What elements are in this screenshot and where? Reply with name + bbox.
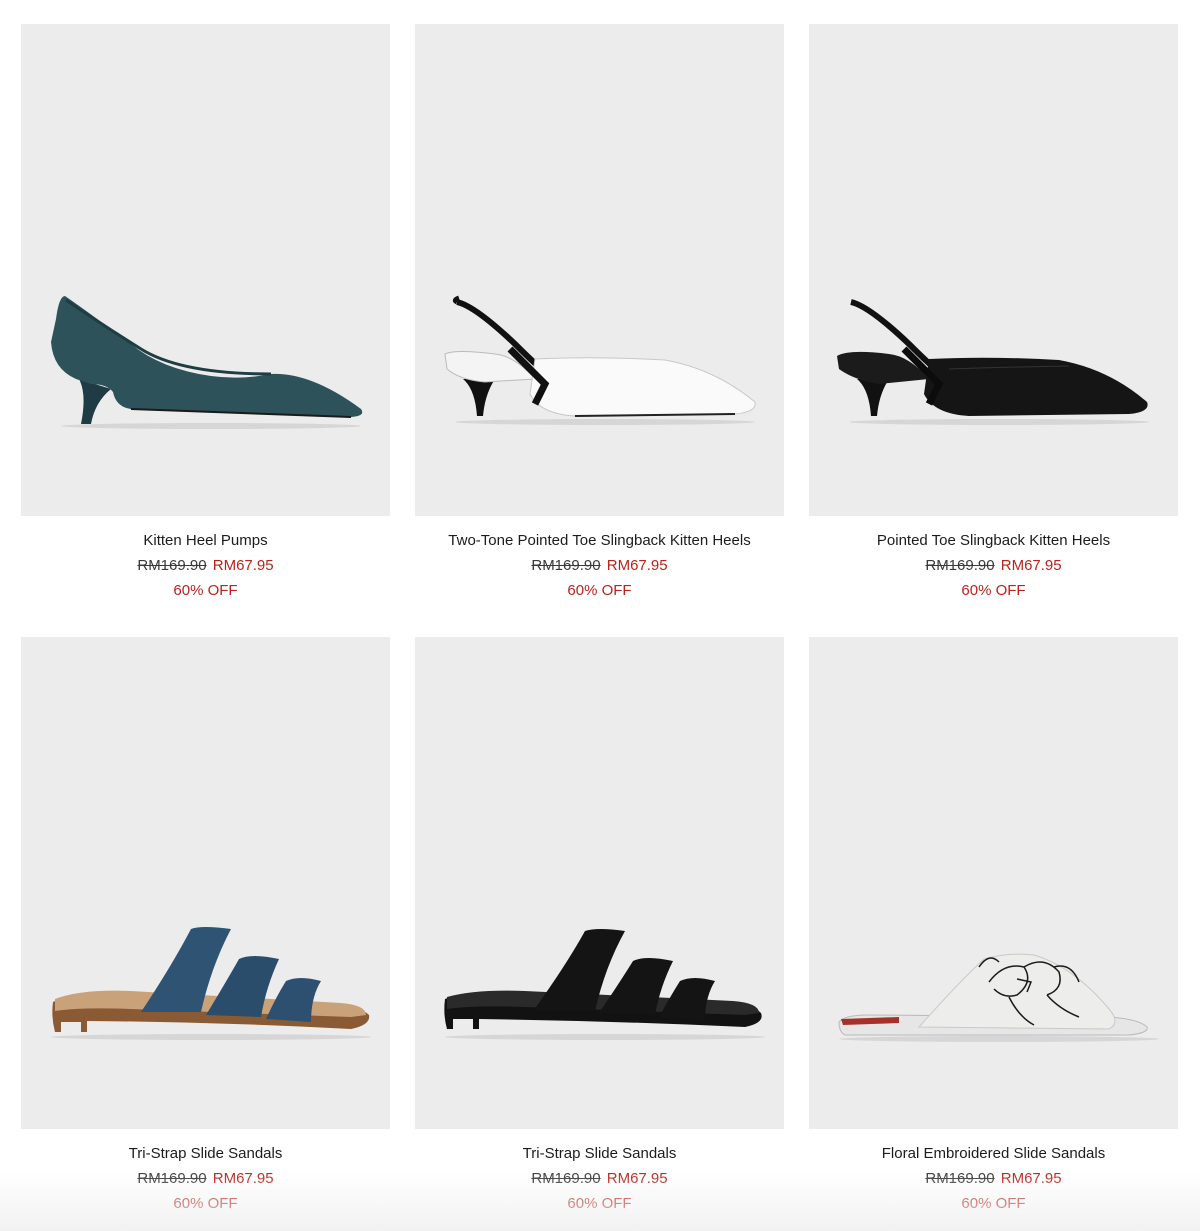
floral-slide-sandal-icon — [838, 953, 1159, 1042]
original-price: RM169.90 — [137, 557, 207, 574]
product-info: Kitten Heel Pumps RM169.90 RM67.95 60% O… — [21, 516, 390, 603]
product-image[interactable] — [21, 24, 390, 516]
product-info: Two-Tone Pointed Toe Slingback Kitten He… — [415, 516, 784, 603]
sale-price: RM67.95 — [1000, 1170, 1062, 1187]
product-image[interactable] — [809, 24, 1178, 516]
product-image[interactable] — [415, 24, 784, 516]
product-name[interactable]: Two-Tone Pointed Toe Slingback Kitten He… — [415, 528, 784, 553]
product-image[interactable] — [809, 637, 1178, 1129]
sale-price: RM67.95 — [212, 557, 274, 574]
product-card[interactable]: Kitten Heel Pumps RM169.90 RM67.95 60% O… — [21, 24, 390, 603]
black-strap-sandal-icon — [444, 929, 765, 1040]
product-image[interactable] — [415, 637, 784, 1129]
sale-price: RM67.95 — [606, 557, 668, 574]
discount-label: 60% OFF — [961, 1195, 1026, 1212]
sale-price: RM67.95 — [606, 1170, 668, 1187]
discount-label: 60% OFF — [173, 582, 238, 599]
product-name[interactable]: Tri-Strap Slide Sandals — [415, 1141, 784, 1166]
product-prices: RM169.90 RM67.95 — [809, 553, 1178, 578]
discount-label: 60% OFF — [173, 1195, 238, 1212]
product-name[interactable]: Tri-Strap Slide Sandals — [21, 1141, 390, 1166]
product-image[interactable] — [21, 637, 390, 1129]
product-info: Tri-Strap Slide Sandals RM169.90 RM67.95… — [415, 1129, 784, 1216]
product-card[interactable]: Tri-Strap Slide Sandals RM169.90 RM67.95… — [415, 637, 784, 1216]
product-info: Tri-Strap Slide Sandals RM169.90 RM67.95… — [21, 1129, 390, 1216]
product-prices: RM169.90 RM67.95 — [21, 553, 390, 578]
original-price: RM169.90 — [137, 1170, 207, 1187]
original-price: RM169.90 — [925, 1170, 995, 1187]
original-price: RM169.90 — [531, 557, 601, 574]
product-name[interactable]: Kitten Heel Pumps — [21, 528, 390, 553]
product-card[interactable]: Pointed Toe Slingback Kitten Heels RM169… — [809, 24, 1178, 603]
product-card[interactable]: Two-Tone Pointed Toe Slingback Kitten He… — [415, 24, 784, 603]
product-card[interactable]: Tri-Strap Slide Sandals RM169.90 RM67.95… — [21, 637, 390, 1216]
product-prices: RM169.90 RM67.95 — [21, 1166, 390, 1191]
product-prices: RM169.90 RM67.95 — [415, 1166, 784, 1191]
white-slingback-shoe-icon — [444, 295, 756, 425]
product-grid: Kitten Heel Pumps RM169.90 RM67.95 60% O… — [0, 0, 1200, 1231]
discount-label: 60% OFF — [961, 582, 1026, 599]
product-info: Pointed Toe Slingback Kitten Heels RM169… — [809, 516, 1178, 603]
sale-price: RM67.95 — [1000, 557, 1062, 574]
original-price: RM169.90 — [925, 557, 995, 574]
product-name[interactable]: Floral Embroidered Slide Sandals — [809, 1141, 1178, 1166]
product-card[interactable]: Floral Embroidered Slide Sandals RM169.9… — [809, 637, 1178, 1216]
discount-label: 60% OFF — [567, 582, 632, 599]
sale-price: RM67.95 — [212, 1170, 274, 1187]
teal-pump-shoe-icon — [51, 296, 363, 429]
discount-label: 60% OFF — [567, 1195, 632, 1212]
product-prices: RM169.90 RM67.95 — [415, 553, 784, 578]
product-info: Floral Embroidered Slide Sandals RM169.9… — [809, 1129, 1178, 1216]
original-price: RM169.90 — [531, 1170, 601, 1187]
product-name[interactable]: Pointed Toe Slingback Kitten Heels — [809, 528, 1178, 553]
product-prices: RM169.90 RM67.95 — [809, 1166, 1178, 1191]
blue-strap-sandal-icon — [51, 927, 371, 1040]
black-slingback-shoe-icon — [837, 299, 1149, 425]
